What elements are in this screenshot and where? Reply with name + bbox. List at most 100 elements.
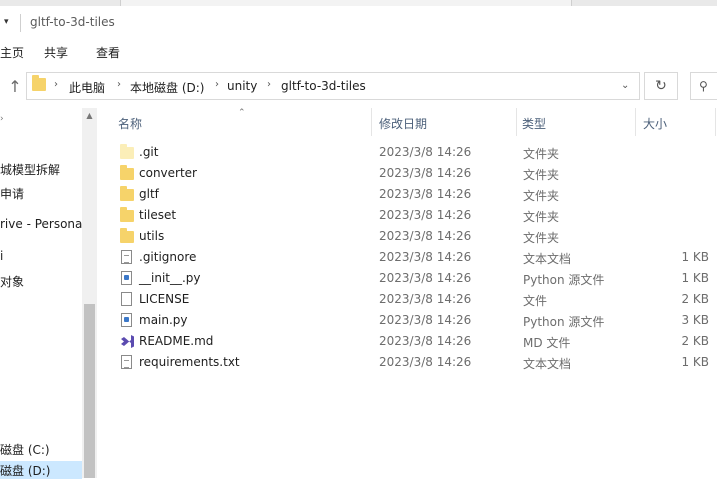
sidebar-item-i[interactable]: i xyxy=(0,249,3,263)
chevron-icon[interactable]: › xyxy=(215,79,219,90)
file-modified: 2023/3/8 14:26 xyxy=(379,229,472,243)
file-type: 文本文档 xyxy=(523,357,572,371)
breadcrumb-unity[interactable]: unity xyxy=(227,79,257,93)
column-type[interactable]: 类型 xyxy=(522,115,546,132)
file-modified: 2023/3/8 14:26 xyxy=(379,166,472,180)
quick-access-dropdown-icon[interactable]: ▾ xyxy=(4,17,9,27)
file-name: main.py xyxy=(139,313,188,327)
sidebar-item-onedrive[interactable]: rive - Persona xyxy=(0,217,82,231)
file-row[interactable]: .gitignore 2023/3/8 14:26 文本文档 1 KB xyxy=(97,247,717,268)
file-row[interactable]: requirements.txt 2023/3/8 14:26 文本文档 1 KB xyxy=(97,352,717,373)
file-type: MD 文件 xyxy=(523,336,571,350)
folder-icon xyxy=(120,165,134,180)
tab-view[interactable]: 查看 xyxy=(96,44,120,61)
file-modified: 2023/3/8 14:26 xyxy=(379,208,472,222)
file-row[interactable]: __init__.py 2023/3/8 14:26 Python 源文件 1 KB xyxy=(97,268,717,289)
title-bar: ▾ gltf-to-3d-tiles xyxy=(0,6,717,40)
text-doc-icon xyxy=(121,250,132,264)
file-type: 文件夹 xyxy=(523,189,560,203)
folder-icon xyxy=(32,75,46,91)
folder-icon xyxy=(120,186,134,201)
sidebar-item-drive-c[interactable]: 磁盘 (C:) xyxy=(0,441,50,458)
scroll-up-icon[interactable]: ▲ xyxy=(82,108,97,123)
file-name: requirements.txt xyxy=(139,355,240,369)
file-modified: 2023/3/8 14:26 xyxy=(379,292,472,306)
file-modified: 2023/3/8 14:26 xyxy=(379,313,472,327)
file-row[interactable]: .git 2023/3/8 14:26 文件夹 xyxy=(97,142,717,163)
refresh-button[interactable]: ↻ xyxy=(644,72,678,100)
file-row[interactable]: main.py 2023/3/8 14:26 Python 源文件 3 KB xyxy=(97,310,717,331)
text-doc-icon xyxy=(121,355,132,369)
file-modified: 2023/3/8 14:26 xyxy=(379,187,472,201)
vscode-icon xyxy=(120,334,134,349)
navigation-pane: › 城模型拆解 申请 rive - Persona i 对象 磁盘 (C:) 磁… xyxy=(0,108,82,479)
sidebar-item-label: 磁盘 (D:) xyxy=(0,464,51,478)
file-size: 2 KB xyxy=(681,292,709,306)
file-type: 文本文档 xyxy=(523,252,572,266)
column-name[interactable]: 名称 xyxy=(118,115,142,132)
ribbon-tabs: 主页 共享 查看 xyxy=(0,40,717,65)
file-modified: 2023/3/8 14:26 xyxy=(379,271,472,285)
file-type: Python 源文件 xyxy=(523,315,605,329)
file-row[interactable]: utils 2023/3/8 14:26 文件夹 xyxy=(97,226,717,247)
title-separator xyxy=(20,14,21,32)
file-modified: 2023/3/8 14:26 xyxy=(379,355,472,369)
search-box[interactable]: ⚲ xyxy=(690,72,717,100)
file-size: 1 KB xyxy=(681,250,709,264)
file-name: converter xyxy=(139,166,197,180)
file-name: gltf xyxy=(139,187,159,201)
address-bar[interactable]: › 此电脑 › 本地磁盘 (D:) › unity › gltf-to-3d-t… xyxy=(26,72,640,100)
python-file-icon xyxy=(121,271,132,285)
refresh-icon: ↻ xyxy=(655,78,667,94)
file-name: .git xyxy=(139,145,159,159)
file-size: 1 KB xyxy=(681,355,709,369)
collapse-chevron-icon[interactable]: › xyxy=(0,114,4,124)
file-row[interactable]: README.md 2023/3/8 14:26 MD 文件 2 KB xyxy=(97,331,717,352)
column-modified[interactable]: 修改日期 xyxy=(379,115,427,132)
sidebar-scrollbar[interactable]: ▲ xyxy=(82,108,97,478)
column-divider[interactable] xyxy=(635,108,636,136)
file-type: Python 源文件 xyxy=(523,273,605,287)
breadcrumb-drive-d[interactable]: 本地磁盘 (D:) xyxy=(130,79,204,96)
chevron-icon[interactable]: › xyxy=(54,79,58,90)
blank-doc-icon xyxy=(121,292,132,306)
file-size: 2 KB xyxy=(681,334,709,348)
sort-ascending-icon: ⌃ xyxy=(238,108,246,118)
chevron-icon[interactable]: › xyxy=(267,79,271,90)
file-list: ⌃ 名称 修改日期 类型 大小 .git 2023/3/8 14:26 文件夹 con… xyxy=(97,108,717,478)
file-modified: 2023/3/8 14:26 xyxy=(379,250,472,264)
chevron-icon[interactable]: › xyxy=(117,79,121,90)
folder-icon xyxy=(120,207,134,222)
file-type: 文件夹 xyxy=(523,168,560,182)
sidebar-item-3d-objects[interactable]: 对象 xyxy=(0,273,24,290)
search-icon: ⚲ xyxy=(699,79,708,93)
breadcrumb-this-pc[interactable]: 此电脑 xyxy=(69,79,105,96)
column-divider[interactable] xyxy=(516,108,517,136)
folder-light-icon xyxy=(120,144,134,159)
file-row[interactable]: converter 2023/3/8 14:26 文件夹 xyxy=(97,163,717,184)
file-name: .gitignore xyxy=(139,250,197,264)
window-title: gltf-to-3d-tiles xyxy=(30,15,115,29)
breadcrumb-current-folder[interactable]: gltf-to-3d-tiles xyxy=(281,79,366,93)
scrollbar-thumb[interactable] xyxy=(84,304,95,478)
file-name: README.md xyxy=(139,334,214,348)
column-divider[interactable] xyxy=(371,108,372,136)
sidebar-item-apply[interactable]: 申请 xyxy=(0,185,24,202)
python-file-icon xyxy=(121,313,132,327)
tab-home[interactable]: 主页 xyxy=(0,44,24,61)
file-type: 文件夹 xyxy=(523,147,560,161)
file-modified: 2023/3/8 14:26 xyxy=(379,334,472,348)
sidebar-item-drive-d[interactable]: 磁盘 (D:) xyxy=(0,461,82,479)
up-arrow-icon[interactable]: ↑ xyxy=(6,78,24,96)
file-row[interactable]: LICENSE 2023/3/8 14:26 文件 2 KB xyxy=(97,289,717,310)
tab-share[interactable]: 共享 xyxy=(44,44,68,61)
column-size[interactable]: 大小 xyxy=(643,115,667,132)
address-dropdown-icon[interactable]: ⌄ xyxy=(621,80,629,91)
file-row[interactable]: tileset 2023/3/8 14:26 文件夹 xyxy=(97,205,717,226)
column-divider[interactable] xyxy=(715,108,716,136)
file-row[interactable]: gltf 2023/3/8 14:26 文件夹 xyxy=(97,184,717,205)
file-size: 3 KB xyxy=(681,313,709,327)
sidebar-item-city-model[interactable]: 城模型拆解 xyxy=(0,161,60,178)
column-header: ⌃ 名称 修改日期 类型 大小 xyxy=(97,108,717,136)
file-name: __init__.py xyxy=(139,271,201,285)
